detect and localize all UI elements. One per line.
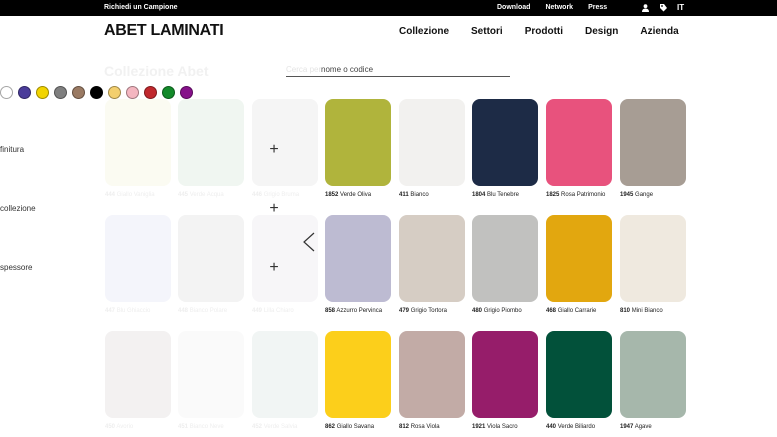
color-swatch[interactable]	[546, 99, 612, 186]
color-filter-yellow[interactable]	[36, 86, 49, 99]
faded-swatch-label: 449 Lilla Chiaro	[252, 308, 294, 314]
swatch-label[interactable]: 1921 Viola Sacro	[472, 424, 518, 430]
top-icons: IT	[642, 3, 684, 12]
color-swatch[interactable]	[325, 331, 391, 418]
search-input[interactable]	[321, 63, 506, 75]
plus-icon[interactable]: +	[267, 260, 281, 276]
color-swatch[interactable]	[325, 215, 391, 302]
color-filter-purple[interactable]	[180, 86, 193, 99]
swatch-label[interactable]: 812 Rosa Viola	[399, 424, 440, 430]
faded-swatch[interactable]	[105, 331, 171, 418]
search-label: Cerca per	[286, 65, 322, 74]
faded-swatch-label: 450 Avorio	[105, 424, 134, 430]
faded-swatch-label: 445 Verde Acqua	[178, 192, 224, 198]
color-filter-white[interactable]	[0, 86, 13, 99]
color-filter-red[interactable]	[144, 86, 157, 99]
color-filter-beige[interactable]	[108, 86, 121, 99]
top-links: Download Network Press	[497, 4, 607, 11]
nav-azienda[interactable]: Azienda	[640, 26, 678, 37]
swatch-label[interactable]: 810 Mini Bianco	[620, 308, 663, 314]
faded-swatch[interactable]	[178, 331, 244, 418]
swatch-label[interactable]: 411 Bianco	[399, 192, 429, 198]
faded-swatch-label: 451 Bianco Neve	[178, 424, 224, 430]
faded-swatch[interactable]	[178, 99, 244, 186]
faded-swatch[interactable]	[252, 331, 318, 418]
filter-spessore[interactable]: spessore	[0, 263, 32, 272]
faded-swatch[interactable]	[105, 99, 171, 186]
color-swatch[interactable]	[399, 331, 465, 418]
swatch-label[interactable]: 480 Grigio Piombo	[472, 308, 522, 314]
swatch-label[interactable]: 1947 Agave	[620, 424, 652, 430]
color-swatch[interactable]	[472, 215, 538, 302]
swatch-label[interactable]: 862 Giallo Savana	[325, 424, 374, 430]
color-swatch[interactable]	[325, 99, 391, 186]
swatch-label[interactable]: 440 Verde Biliardo	[546, 424, 595, 430]
language-selector[interactable]: IT	[677, 3, 684, 12]
color-swatch[interactable]	[546, 331, 612, 418]
brand-logo[interactable]: ABET LAMINATI	[104, 22, 224, 40]
top-bar: Richiedi un Campione Download Network Pr…	[0, 0, 777, 16]
color-filter-violet[interactable]	[18, 86, 31, 99]
color-filter-pink[interactable]	[126, 86, 139, 99]
network-link[interactable]: Network	[545, 4, 573, 11]
download-link[interactable]: Download	[497, 4, 530, 11]
color-swatch[interactable]	[399, 215, 465, 302]
main-nav: Collezione Settori Prodotti Design Azien…	[399, 26, 679, 37]
filter-collezione[interactable]: collezione	[0, 204, 36, 213]
color-filter-green[interactable]	[162, 86, 175, 99]
color-swatch[interactable]	[472, 99, 538, 186]
press-link[interactable]: Press	[588, 4, 607, 11]
search-box: Cerca per	[286, 63, 510, 77]
faded-swatch[interactable]	[105, 215, 171, 302]
request-sample-link[interactable]: Richiedi un Campione	[104, 4, 178, 11]
faded-swatch[interactable]	[252, 215, 318, 302]
faded-swatch[interactable]	[178, 215, 244, 302]
color-swatch[interactable]	[620, 331, 686, 418]
faded-swatch-label: 444 Giallo Vaniglia	[105, 192, 155, 198]
color-swatch[interactable]	[472, 331, 538, 418]
swatch-label[interactable]: 1945 Gange	[620, 192, 653, 198]
swatch-label[interactable]: 1825 Rosa Patrimonio	[546, 192, 605, 198]
faded-swatch-label: 448 Bianco Polare	[178, 308, 228, 314]
plus-icon[interactable]: +	[267, 201, 281, 217]
swatch-label[interactable]: 468 Giallo Carrarie	[546, 308, 596, 314]
color-filter-dots	[0, 86, 193, 99]
color-filter-grey[interactable]	[54, 86, 67, 99]
nav-design[interactable]: Design	[585, 26, 618, 37]
color-swatch[interactable]	[399, 99, 465, 186]
color-swatch[interactable]	[620, 215, 686, 302]
nav-prodotti[interactable]: Prodotti	[525, 26, 563, 37]
faded-swatch[interactable]	[252, 99, 318, 186]
color-swatch[interactable]	[620, 99, 686, 186]
page-title: Collezione Abet	[104, 63, 209, 79]
faded-swatch-label: 447 Blu Ghiaccio	[105, 308, 151, 314]
tag-icon[interactable]	[659, 3, 667, 12]
plus-icon[interactable]: +	[267, 142, 281, 158]
swatch-label[interactable]: 1804 Blu Tenebre	[472, 192, 519, 198]
faded-swatch-label: 452 Verde Salvia	[252, 424, 298, 430]
nav-collezione[interactable]: Collezione	[399, 26, 449, 37]
swatch-label[interactable]: 858 Azzurro Pervinca	[325, 308, 382, 314]
chevron-left-icon[interactable]	[302, 232, 316, 252]
color-filter-brown[interactable]	[72, 86, 85, 99]
nav-settori[interactable]: Settori	[471, 26, 503, 37]
user-icon[interactable]	[642, 3, 649, 12]
swatch-label[interactable]: 479 Grigio Tortora	[399, 308, 447, 314]
swatch-label[interactable]: 1852 Verde Oliva	[325, 192, 371, 198]
faded-swatch-label: 446 Grigio Bruma	[252, 192, 300, 198]
color-swatch[interactable]	[546, 215, 612, 302]
color-filter-black[interactable]	[90, 86, 103, 99]
filter-finitura[interactable]: finitura	[0, 145, 24, 154]
